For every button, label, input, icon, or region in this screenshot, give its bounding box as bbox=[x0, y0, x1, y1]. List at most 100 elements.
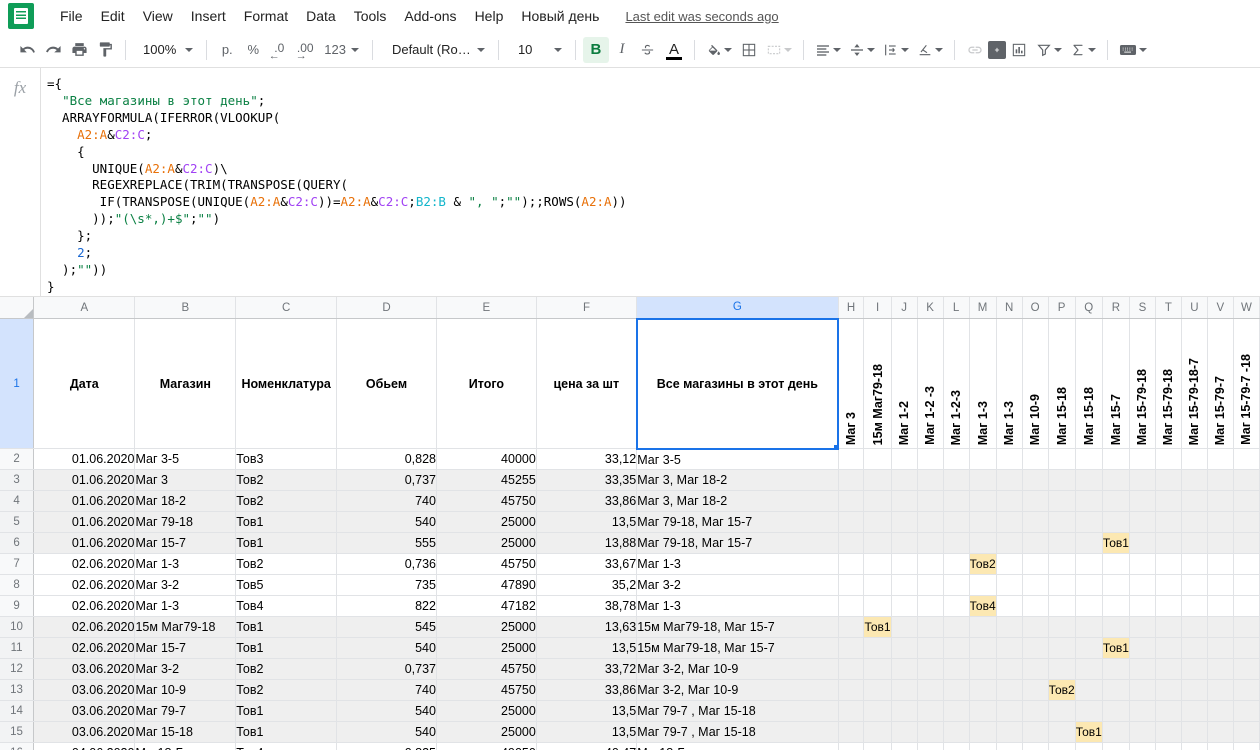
empty-cell[interactable] bbox=[863, 742, 892, 750]
cell-volume[interactable]: 0,736 bbox=[336, 553, 437, 576]
column-header-K[interactable]: K bbox=[917, 296, 944, 320]
empty-cell[interactable] bbox=[1207, 742, 1234, 750]
cell-volume[interactable]: 822 bbox=[336, 595, 437, 618]
empty-cell[interactable] bbox=[996, 553, 1023, 576]
empty-cell[interactable] bbox=[969, 721, 997, 744]
cell-total[interactable]: 47890 bbox=[436, 574, 537, 597]
header-cell-D[interactable]: Обьем bbox=[336, 318, 437, 450]
empty-cell[interactable] bbox=[943, 595, 970, 618]
empty-cell[interactable] bbox=[996, 511, 1023, 534]
empty-cell[interactable] bbox=[1181, 448, 1208, 471]
empty-cell[interactable] bbox=[1075, 532, 1103, 555]
highlighted-cell[interactable]: Тов1 bbox=[1102, 637, 1130, 660]
font-size-selector[interactable]: 10 bbox=[506, 37, 568, 63]
fill-color-icon[interactable] bbox=[702, 37, 736, 63]
empty-cell[interactable] bbox=[1181, 742, 1208, 750]
rotated-header-cell-K[interactable]: Маг 1-2 -3 bbox=[917, 318, 944, 450]
more-formats-button[interactable]: 123 bbox=[318, 37, 365, 63]
empty-cell[interactable] bbox=[1233, 490, 1260, 513]
empty-cell[interactable] bbox=[838, 574, 865, 597]
empty-cell[interactable] bbox=[1129, 616, 1156, 639]
column-header-L[interactable]: L bbox=[943, 296, 970, 320]
empty-cell[interactable] bbox=[1102, 721, 1130, 744]
select-all-corner[interactable] bbox=[0, 296, 35, 320]
horizontal-align-icon[interactable] bbox=[811, 37, 845, 63]
empty-cell[interactable] bbox=[996, 637, 1023, 660]
empty-cell[interactable] bbox=[969, 469, 997, 492]
empty-cell[interactable] bbox=[1048, 448, 1076, 471]
empty-cell[interactable] bbox=[891, 574, 918, 597]
increase-decimal-button[interactable]: .00 → bbox=[292, 37, 318, 63]
cell-shop[interactable]: Маг 15-18 bbox=[134, 721, 237, 744]
empty-cell[interactable] bbox=[1022, 658, 1049, 681]
empty-cell[interactable] bbox=[891, 637, 918, 660]
rotated-header-cell-H[interactable]: Маг 3 bbox=[838, 318, 865, 450]
rotated-header-cell-S[interactable]: Маг 15-79-18 bbox=[1129, 318, 1156, 450]
empty-cell[interactable] bbox=[891, 469, 918, 492]
empty-cell[interactable] bbox=[1233, 553, 1260, 576]
empty-cell[interactable] bbox=[1207, 448, 1234, 471]
row-header-2[interactable]: 2 bbox=[0, 448, 35, 471]
cell-item[interactable]: Тов2 bbox=[235, 490, 338, 513]
empty-cell[interactable] bbox=[1155, 679, 1182, 702]
empty-cell[interactable] bbox=[1129, 595, 1156, 618]
empty-cell[interactable] bbox=[1207, 679, 1234, 702]
empty-cell[interactable] bbox=[1048, 553, 1076, 576]
empty-cell[interactable] bbox=[1102, 679, 1130, 702]
row-header-13[interactable]: 13 bbox=[0, 679, 35, 702]
empty-cell[interactable] bbox=[1022, 637, 1049, 660]
empty-cell[interactable] bbox=[917, 679, 944, 702]
chart-icon[interactable] bbox=[1006, 37, 1032, 63]
formula-bar[interactable]: fx ={ "Все магазины в этот день"; ARRAYF… bbox=[0, 68, 1260, 297]
cell-allshops[interactable]: Маг 3-2 bbox=[636, 574, 839, 597]
rotated-header-cell-W[interactable]: Маг 15-79-7 -18 bbox=[1233, 318, 1260, 450]
empty-cell[interactable] bbox=[969, 616, 997, 639]
empty-cell[interactable] bbox=[969, 679, 997, 702]
strikethrough-button[interactable] bbox=[635, 37, 661, 63]
cell-shop[interactable]: Маг 18-2 bbox=[134, 490, 237, 513]
cell-total[interactable]: 45750 bbox=[436, 679, 537, 702]
cell-price[interactable]: 33,86 bbox=[536, 490, 638, 513]
comment-icon[interactable] bbox=[987, 40, 1006, 59]
cell-shop[interactable]: Маг 79-7 bbox=[134, 700, 237, 723]
empty-cell[interactable] bbox=[969, 658, 997, 681]
column-header-C[interactable]: C bbox=[235, 296, 338, 320]
cell-date[interactable]: 02.06.2020 bbox=[33, 637, 136, 660]
cell-total[interactable]: 49050 bbox=[436, 742, 537, 750]
empty-cell[interactable] bbox=[838, 679, 865, 702]
cell-shop[interactable]: Маг 15-7 bbox=[134, 532, 237, 555]
empty-cell[interactable] bbox=[917, 637, 944, 660]
empty-cell[interactable] bbox=[1022, 742, 1049, 750]
formula-input[interactable]: ={ "Все магазины в этот день"; ARRAYFORM… bbox=[41, 68, 1260, 296]
empty-cell[interactable] bbox=[1102, 553, 1130, 576]
empty-cell[interactable] bbox=[1102, 490, 1130, 513]
empty-cell[interactable] bbox=[1102, 616, 1130, 639]
cell-volume[interactable]: 735 bbox=[336, 574, 437, 597]
column-header-U[interactable]: U bbox=[1181, 296, 1208, 320]
spreadsheet-grid[interactable]: ABCDEFGHIJKLMNOPQRSTUVW 1 Дата Магазин Номе… bbox=[0, 296, 1260, 750]
row-header-14[interactable]: 14 bbox=[0, 700, 35, 723]
cell-total[interactable]: 25000 bbox=[436, 532, 537, 555]
cell-allshops[interactable]: Маг 1-3 bbox=[636, 595, 839, 618]
cell-allshops[interactable]: 15м Маг79-18, Маг 15-7 bbox=[636, 616, 839, 639]
empty-cell[interactable] bbox=[1181, 553, 1208, 576]
empty-cell[interactable] bbox=[1075, 595, 1103, 618]
cell-item[interactable]: Тов1 bbox=[235, 700, 338, 723]
borders-icon[interactable] bbox=[736, 37, 762, 63]
empty-cell[interactable] bbox=[891, 511, 918, 534]
header-cell-C[interactable]: Номенклатура bbox=[235, 318, 338, 450]
empty-cell[interactable] bbox=[1022, 595, 1049, 618]
empty-cell[interactable] bbox=[917, 721, 944, 744]
empty-cell[interactable] bbox=[969, 511, 997, 534]
cell-total[interactable]: 25000 bbox=[436, 511, 537, 534]
cell-shop[interactable]: Маг 3-5 bbox=[134, 448, 237, 471]
empty-cell[interactable] bbox=[1102, 574, 1130, 597]
empty-cell[interactable] bbox=[1129, 742, 1156, 750]
column-header-Q[interactable]: Q bbox=[1075, 296, 1103, 320]
merge-cells-icon[interactable] bbox=[762, 37, 796, 63]
empty-cell[interactable] bbox=[1129, 553, 1156, 576]
empty-cell[interactable] bbox=[863, 532, 892, 555]
google-sheets-logo[interactable] bbox=[8, 3, 34, 29]
cell-item[interactable]: Тов5 bbox=[235, 574, 338, 597]
empty-cell[interactable] bbox=[996, 679, 1023, 702]
